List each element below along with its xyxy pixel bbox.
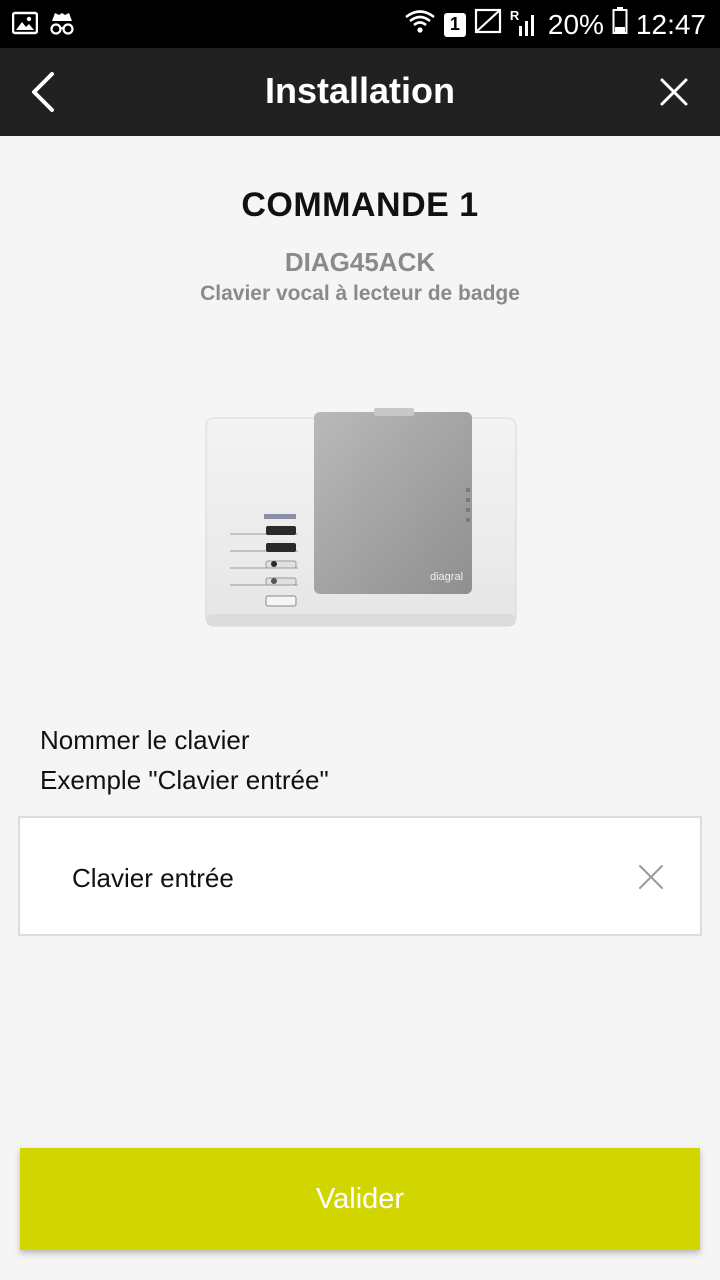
keypad-name-input[interactable]	[72, 856, 612, 900]
page-title: Installation	[264, 70, 456, 111]
close-icon	[639, 865, 663, 889]
name-example: Exemple "Clavier entrée"	[40, 765, 329, 795]
no-sim-icon	[474, 8, 502, 41]
device-brand-logo: diagral	[430, 571, 463, 583]
wifi-icon	[404, 8, 436, 41]
status-bar: 1 R 20% 12:47	[0, 0, 720, 48]
keypad-device-image: diagral	[204, 408, 518, 630]
sim-slot-number: 1	[449, 14, 460, 34]
app-bar: Installation	[0, 48, 720, 136]
validate-button[interactable]: Valider	[20, 1148, 700, 1250]
clock: 12:47	[635, 8, 706, 40]
clear-input-button[interactable]	[636, 862, 666, 892]
device-description: Clavier vocal à lecteur de badge	[200, 282, 520, 305]
keypad-name-field	[18, 816, 702, 936]
signal-icon: R	[510, 8, 540, 38]
image-notification-icon	[11, 11, 39, 40]
name-label: Nommer le clavier	[40, 725, 250, 755]
device-heading: COMMANDE 1	[241, 186, 479, 224]
battery-percent: 20%	[547, 8, 604, 40]
name-prompt: Nommer le clavier Exemple "Clavier entré…	[40, 720, 329, 800]
battery-icon	[612, 7, 628, 42]
close-button[interactable]	[654, 72, 694, 112]
sim-slot-icon: 1	[443, 12, 466, 37]
close-icon	[660, 78, 688, 106]
device-model: DIAG45ACK	[284, 247, 436, 277]
incognito-icon	[48, 10, 76, 41]
